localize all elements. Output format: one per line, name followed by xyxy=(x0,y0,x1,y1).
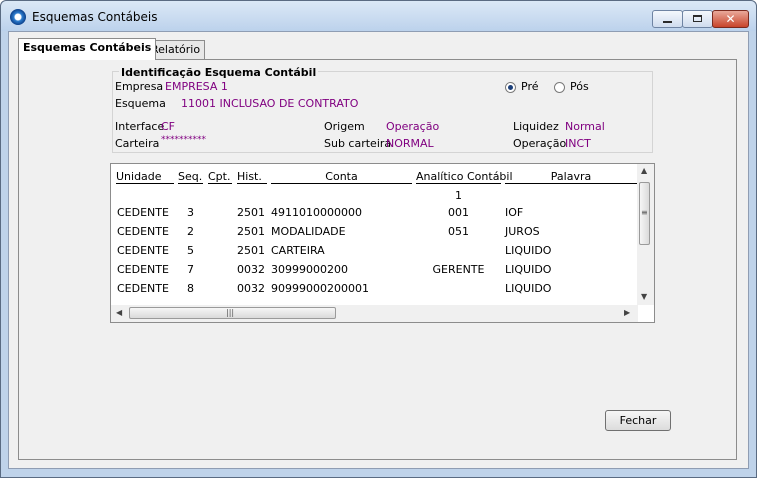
column-header-hist[interactable]: Hist. xyxy=(237,170,267,184)
tab-page: Identificação Esquema Contábil Empresa E… xyxy=(18,59,737,460)
column-header-analitico[interactable]: Analítico Contábil xyxy=(416,170,513,184)
entries-table[interactable]: Unidade Seq. Cpt. Hist. Conta Analítico … xyxy=(110,163,655,323)
esquema-value: 11001 INCLUSAO DE CONTRATO xyxy=(181,97,359,110)
table-subheader-value: 1 xyxy=(455,189,462,202)
maximize-icon xyxy=(693,15,702,22)
minimize-icon xyxy=(663,21,672,23)
cell-conta: MODALIDADE xyxy=(271,225,346,238)
carteira-label: Carteira xyxy=(115,137,160,150)
pre-radio[interactable] xyxy=(505,82,516,93)
carteira-value: ********** xyxy=(161,135,206,145)
origem-label: Origem xyxy=(324,120,365,133)
cell-palavra: LIQUIDO xyxy=(505,263,552,276)
empresa-label: Empresa xyxy=(115,80,164,93)
pre-radio-label[interactable]: Pré xyxy=(521,80,539,93)
column-header-conta[interactable]: Conta xyxy=(271,170,412,184)
scroll-right-icon[interactable]: ▶ xyxy=(624,308,630,318)
cell-palavra: LIQUIDO xyxy=(505,244,552,257)
scroll-left-icon[interactable]: ◀ xyxy=(116,308,122,318)
horizontal-scrollbar[interactable]: ◀ ||| ▶ xyxy=(111,305,638,322)
operacao-label: Operação xyxy=(513,137,567,150)
identification-group: Identificação Esquema Contábil Empresa E… xyxy=(112,66,653,153)
cell-conta: 30999000200 xyxy=(271,263,348,276)
cell-seq: 2 xyxy=(187,225,194,238)
tab-esquemas-contabeis[interactable]: Esquemas Contábeis xyxy=(18,38,157,60)
empresa-value: EMPRESA 1 xyxy=(165,80,228,93)
cell-unidade: CEDENTE xyxy=(117,263,169,276)
client-area: Esquemas Contábeis Relatório Identificaç… xyxy=(8,31,749,469)
cell-unidade: CEDENTE xyxy=(117,206,169,219)
window-title: Esquemas Contábeis xyxy=(32,10,158,24)
grip-icon: ≡ xyxy=(641,208,648,217)
cell-conta: 90999000200001 xyxy=(271,282,369,295)
cell-hist: 2501 xyxy=(237,206,265,219)
vertical-scrollbar[interactable]: ▲ ≡ ▼ xyxy=(637,164,654,305)
scroll-up-icon[interactable]: ▲ xyxy=(641,166,647,176)
cell-palavra: JUROS xyxy=(505,225,540,238)
group-title: Identificação Esquema Contábil xyxy=(119,66,319,79)
minimize-button[interactable] xyxy=(652,10,683,28)
cell-unidade: CEDENTE xyxy=(117,282,169,295)
origem-value: Operação xyxy=(386,120,440,133)
application-window: Esquemas Contábeis ✕ Esquemas Contábeis … xyxy=(0,0,757,478)
cell-unidade: CEDENTE xyxy=(117,244,169,257)
pos-radio[interactable] xyxy=(554,82,565,93)
column-header-palavra[interactable]: Palavra xyxy=(505,170,637,184)
close-icon: ✕ xyxy=(725,12,736,26)
cell-analitico: 001 xyxy=(448,206,469,219)
cell-analitico: 051 xyxy=(448,225,469,238)
horizontal-scroll-thumb[interactable]: ||| xyxy=(129,307,336,319)
column-header-cpt[interactable]: Cpt. xyxy=(208,170,232,184)
cell-seq: 5 xyxy=(187,244,194,257)
cell-seq: 8 xyxy=(187,282,194,295)
pos-radio-label[interactable]: Pós xyxy=(570,80,589,93)
cell-conta: CARTEIRA xyxy=(271,244,325,257)
cell-conta: 4911010000000 xyxy=(271,206,362,219)
operacao-value: INCT xyxy=(565,137,591,150)
subcarteira-value: NORMAL xyxy=(386,137,434,150)
grip-icon: ||| xyxy=(226,308,235,317)
cell-hist: 0032 xyxy=(237,282,265,295)
esquema-label: Esquema xyxy=(115,97,166,110)
cell-hist: 2501 xyxy=(237,225,265,238)
liquidez-label: Liquidez xyxy=(513,120,559,133)
liquidez-value: Normal xyxy=(565,120,605,133)
cell-hist: 2501 xyxy=(237,244,265,257)
app-icon xyxy=(10,9,26,25)
column-header-unidade[interactable]: Unidade xyxy=(116,170,174,184)
subcarteira-label: Sub carteira xyxy=(324,137,392,150)
close-button[interactable]: ✕ xyxy=(712,10,749,28)
column-header-seq[interactable]: Seq. xyxy=(178,170,203,184)
fechar-button[interactable]: Fechar xyxy=(605,410,671,431)
cell-seq: 7 xyxy=(187,263,194,276)
maximize-button[interactable] xyxy=(682,10,713,28)
title-bar[interactable]: Esquemas Contábeis ✕ xyxy=(1,1,756,31)
scroll-down-icon[interactable]: ▼ xyxy=(641,292,647,302)
cell-unidade: CEDENTE xyxy=(117,225,169,238)
cell-palavra: LIQUIDO xyxy=(505,282,552,295)
interface-value: CF xyxy=(161,120,176,133)
interface-label: Interface xyxy=(115,120,165,133)
cell-hist: 0032 xyxy=(237,263,265,276)
vertical-scroll-thumb[interactable]: ≡ xyxy=(639,182,650,245)
cell-analitico: GERENTE xyxy=(432,263,485,276)
cell-seq: 3 xyxy=(187,206,194,219)
cell-palavra: IOF xyxy=(505,206,524,219)
